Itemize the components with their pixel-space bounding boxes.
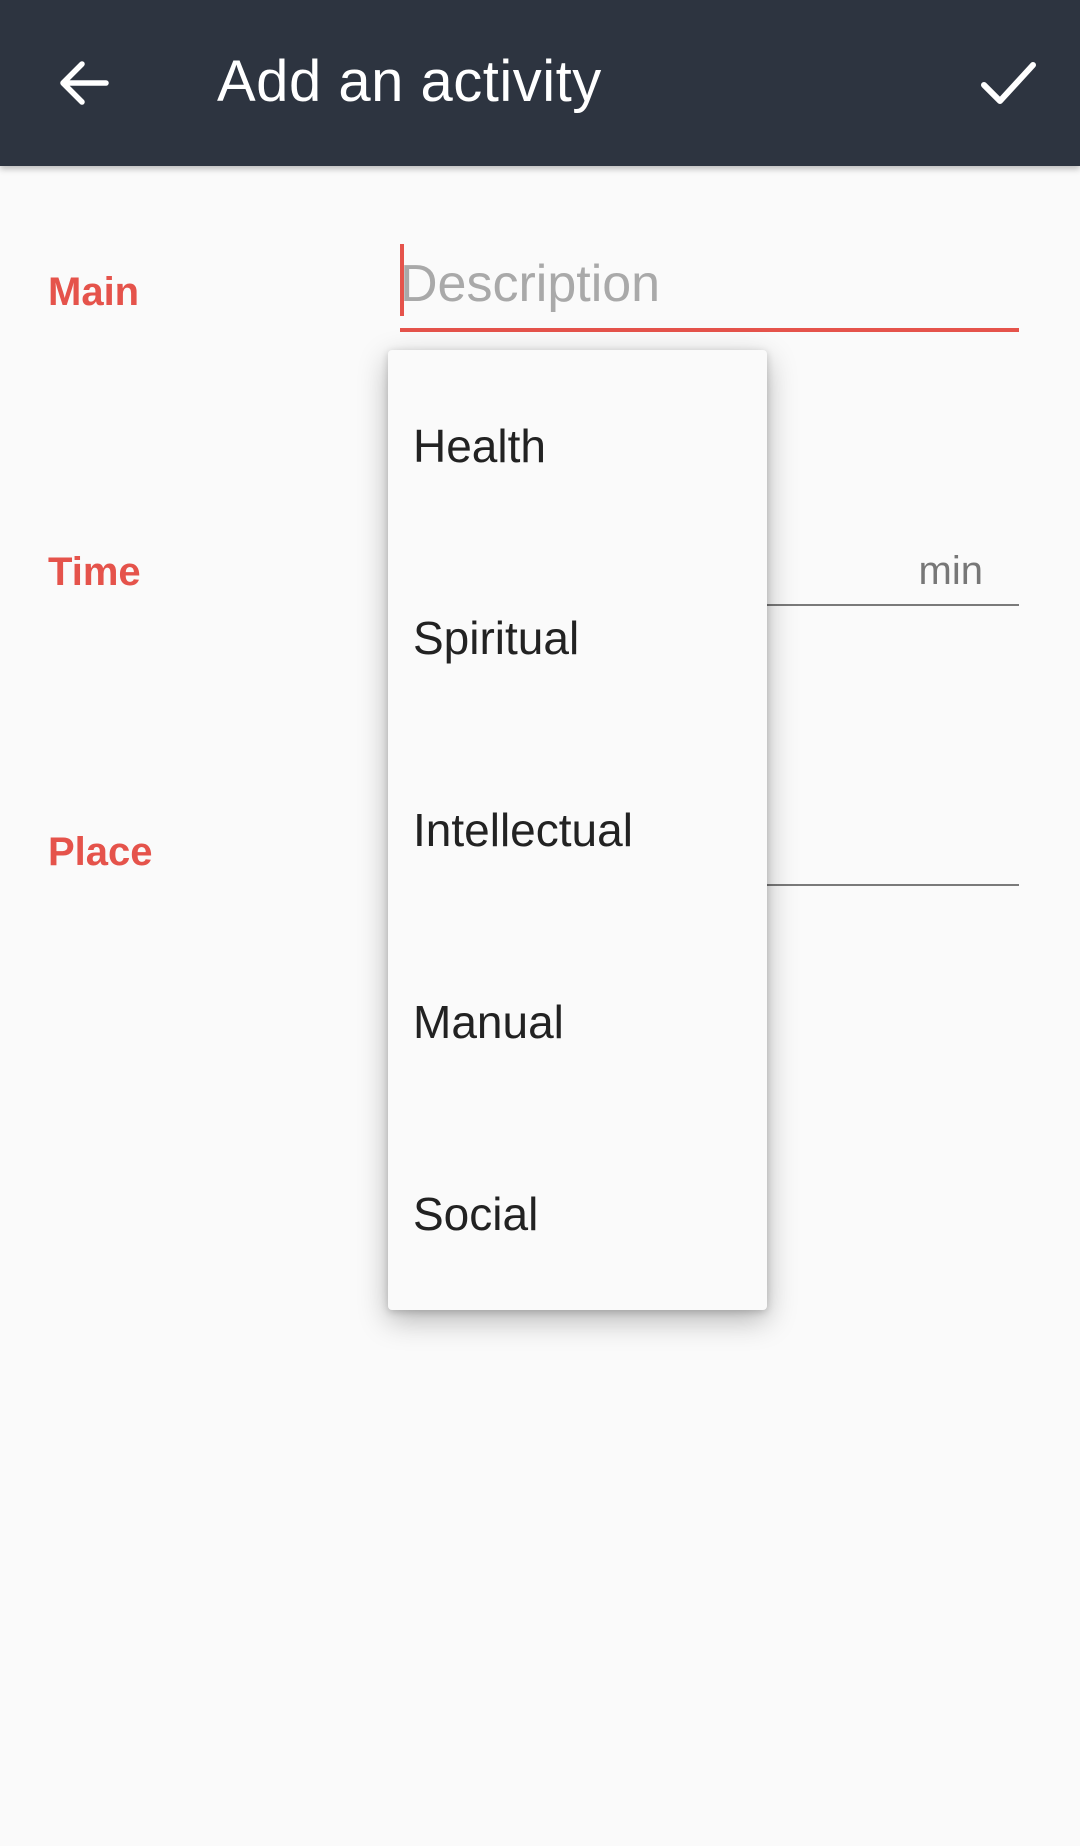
- description-input[interactable]: [400, 244, 1019, 324]
- confirm-button[interactable]: [968, 43, 1048, 123]
- text-cursor: [400, 244, 404, 316]
- category-dropdown: Health Spiritual Intellectual Manual Soc…: [388, 350, 767, 1310]
- checkmark-icon: [981, 62, 1036, 104]
- dropdown-item-health[interactable]: Health: [388, 350, 767, 542]
- back-button[interactable]: [44, 43, 124, 123]
- description-field[interactable]: [400, 244, 1019, 332]
- dropdown-item-spiritual[interactable]: Spiritual: [388, 542, 767, 734]
- page-title: Add an activity: [217, 49, 602, 114]
- dropdown-item-social[interactable]: Social: [388, 1118, 767, 1310]
- app-bar: Add an activity: [0, 0, 1080, 166]
- dropdown-item-intellectual[interactable]: Intellectual: [388, 734, 767, 926]
- time-label: Time: [48, 550, 141, 594]
- main-label: Main: [48, 270, 140, 314]
- dropdown-item-manual[interactable]: Manual: [388, 926, 767, 1118]
- time-unit-label: min: [918, 549, 983, 593]
- place-label: Place: [48, 830, 153, 874]
- arrow-left-icon: [60, 61, 109, 105]
